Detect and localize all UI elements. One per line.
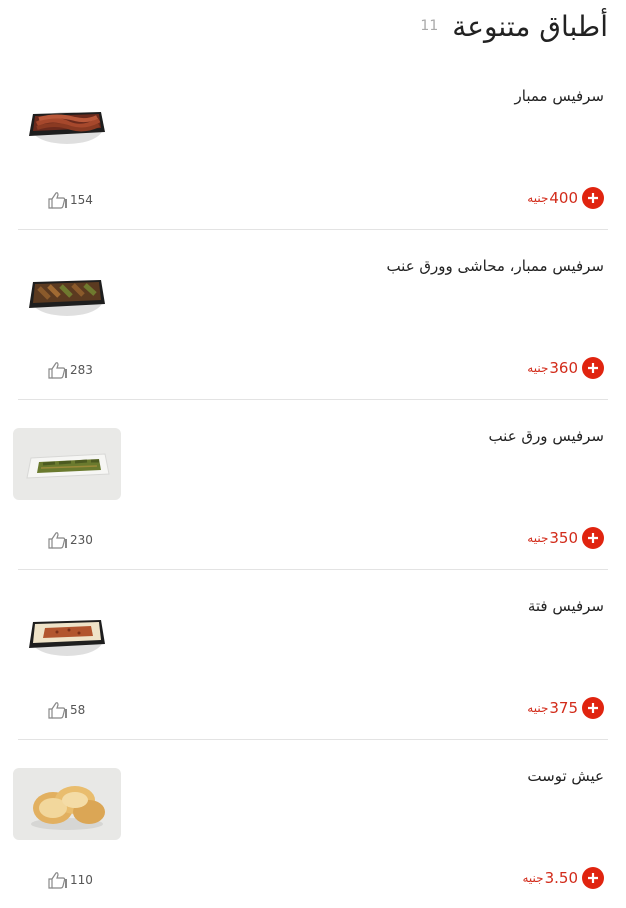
price-currency: جنيه: [522, 871, 544, 885]
likes-count: 230: [70, 533, 93, 547]
thumbs-up-icon: [48, 192, 67, 209]
price-row: 350 جنيه: [527, 527, 604, 549]
price-currency: جنيه: [527, 701, 549, 715]
price-currency: جنيه: [527, 361, 549, 375]
like-button[interactable]: 58: [48, 700, 85, 720]
add-to-cart-button[interactable]: [582, 357, 604, 379]
mixed-stuffed-tray-image[interactable]: [13, 258, 121, 330]
grape-leaves-plate-image[interactable]: [13, 428, 121, 500]
list-item[interactable]: عيش توست 3.50 جنيه 110: [0, 740, 626, 908]
likes-count: 154: [70, 193, 93, 207]
thumbs-up-icon: [48, 362, 67, 379]
section-item-count: 11: [420, 18, 439, 34]
thumbs-up-icon: [48, 872, 67, 889]
price-value: 400: [549, 189, 578, 207]
plus-icon: [588, 703, 598, 713]
likes-count: 110: [70, 873, 93, 887]
plus-icon: [588, 193, 598, 203]
plus-icon: [588, 533, 598, 543]
like-button[interactable]: 110: [48, 870, 93, 890]
fatta-tray-image[interactable]: [13, 598, 121, 670]
like-button[interactable]: 154: [48, 190, 93, 210]
add-to-cart-button[interactable]: [582, 187, 604, 209]
dish-name[interactable]: سرفيس ممبار: [515, 87, 604, 105]
add-to-cart-button[interactable]: [582, 527, 604, 549]
add-to-cart-button[interactable]: [582, 867, 604, 889]
section-title: أطباق متنوعة: [452, 9, 608, 43]
price-currency: جنيه: [527, 191, 549, 205]
price-value: 375: [549, 699, 578, 717]
likes-count: 283: [70, 363, 93, 377]
plus-icon: [588, 363, 598, 373]
list-item[interactable]: سرفيس فتة 375 جنيه 58: [0, 570, 626, 740]
price-value: 3.50: [544, 869, 578, 887]
price-currency: جنيه: [527, 531, 549, 545]
section-header: أطباق متنوعة 11: [18, 6, 608, 46]
price-value: 350: [549, 529, 578, 547]
dish-name[interactable]: سرفيس فتة: [528, 597, 604, 615]
dish-name[interactable]: عيش توست: [527, 767, 604, 785]
toast-bread-image[interactable]: [13, 768, 121, 840]
thumbs-up-icon: [48, 702, 67, 719]
price-row: 360 جنيه: [527, 357, 604, 379]
list-item[interactable]: سرفيس ممبار، محاشى وورق عنب 360 جنيه 283: [0, 230, 626, 400]
thumbs-up-icon: [48, 532, 67, 549]
list-item[interactable]: سرفيس ورق عنب 350 جنيه 230: [0, 400, 626, 570]
like-button[interactable]: 283: [48, 360, 93, 380]
sausage-tray-image[interactable]: [13, 88, 121, 160]
like-button[interactable]: 230: [48, 530, 93, 550]
list-item[interactable]: سرفيس ممبار 400 جنيه 154: [0, 60, 626, 230]
dish-name[interactable]: سرفيس ممبار، محاشى وورق عنب: [386, 257, 604, 275]
price-row: 3.50 جنيه: [522, 867, 604, 889]
price-row: 375 جنيه: [527, 697, 604, 719]
dish-list: سرفيس ممبار 400 جنيه 154 سرفيس ممبار، مح…: [0, 60, 626, 908]
dish-name[interactable]: سرفيس ورق عنب: [488, 427, 604, 445]
price-row: 400 جنيه: [527, 187, 604, 209]
add-to-cart-button[interactable]: [582, 697, 604, 719]
likes-count: 58: [70, 703, 86, 717]
plus-icon: [588, 873, 598, 883]
price-value: 360: [549, 359, 578, 377]
